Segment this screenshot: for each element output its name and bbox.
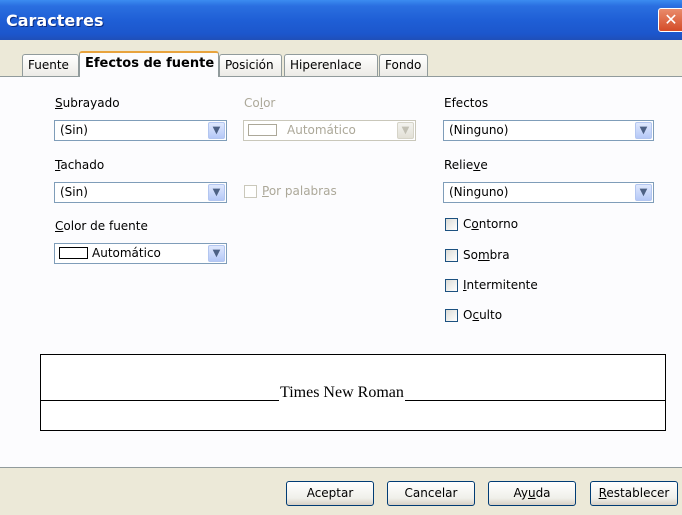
- by-words-label: Por palabras: [262, 184, 337, 198]
- blinking-label: Intermitente: [463, 278, 538, 292]
- font-color-swatch: [59, 247, 88, 259]
- tab-fondo[interactable]: Fondo: [379, 54, 428, 76]
- window-title: Caracteres: [6, 11, 104, 30]
- chevron-down-icon[interactable]: ▼: [397, 122, 414, 139]
- chevron-down-icon[interactable]: ▼: [635, 184, 652, 201]
- color-swatch: [248, 124, 277, 136]
- tab-fuente[interactable]: Fuente: [22, 54, 79, 76]
- effects-select[interactable]: (Ninguno) ▼: [443, 120, 654, 141]
- hidden-checkbox[interactable]: [445, 309, 458, 322]
- blinking-checkbox[interactable]: [445, 279, 458, 292]
- font-color-value: Automático: [92, 246, 161, 260]
- tab-efectos-de-fuente[interactable]: Efectos de fuente: [79, 51, 219, 77]
- tab-hiperenlace[interactable]: Hiperenlace: [284, 54, 378, 76]
- chevron-down-icon[interactable]: ▼: [208, 184, 225, 201]
- color-value: Automático: [287, 123, 356, 137]
- font-preview: Times New Roman: [40, 354, 666, 431]
- tab-strip: Fuente Efectos de fuente Posición Hipere…: [0, 40, 682, 77]
- font-color-label: Color de fuente: [55, 219, 148, 233]
- by-words-checkbox[interactable]: [244, 185, 257, 198]
- strikeout-select[interactable]: (Sin) ▼: [54, 182, 227, 203]
- color-select[interactable]: Automático ▼: [243, 120, 416, 141]
- close-icon: ✕: [664, 10, 678, 29]
- relief-value: (Ninguno): [449, 185, 509, 199]
- ok-button[interactable]: Aceptar: [286, 481, 374, 506]
- underline-select[interactable]: (Sin) ▼: [54, 120, 227, 141]
- underline-label: Subrayado: [55, 96, 120, 110]
- effects-value: (Ninguno): [449, 123, 509, 137]
- shadow-checkbox[interactable]: [445, 249, 458, 262]
- relief-select[interactable]: (Ninguno) ▼: [443, 182, 654, 203]
- preview-text: Times New Roman: [279, 384, 405, 401]
- strikeout-value: (Sin): [60, 185, 88, 199]
- chevron-down-icon[interactable]: ▼: [208, 245, 225, 262]
- relief-label: Relieve: [444, 158, 488, 172]
- effects-label: Efectos: [444, 96, 489, 110]
- color-label: Color: [244, 96, 276, 110]
- title-bar[interactable]: Caracteres ✕: [0, 0, 682, 40]
- reset-button[interactable]: Restablecer: [590, 481, 678, 506]
- chevron-down-icon[interactable]: ▼: [208, 122, 225, 139]
- help-button[interactable]: Ayuda: [488, 481, 576, 506]
- tab-posicion[interactable]: Posición: [219, 54, 282, 76]
- font-effects-panel: Subrayado (Sin) ▼ Color Automático ▼ Efe…: [0, 76, 682, 468]
- hidden-label: Oculto: [463, 308, 503, 322]
- shadow-label: Sombra: [463, 248, 510, 262]
- cancel-button[interactable]: Cancelar: [387, 481, 475, 506]
- font-color-select[interactable]: Automático ▼: [54, 243, 227, 264]
- close-button[interactable]: ✕: [658, 8, 682, 32]
- outline-label: Contorno: [463, 217, 519, 231]
- outline-checkbox[interactable]: [445, 218, 458, 231]
- chevron-down-icon[interactable]: ▼: [635, 122, 652, 139]
- character-dialog: Caracteres ✕ Fuente Efectos de fuente Po…: [0, 0, 682, 515]
- underline-value: (Sin): [60, 123, 88, 137]
- strikeout-label: Tachado: [55, 158, 105, 172]
